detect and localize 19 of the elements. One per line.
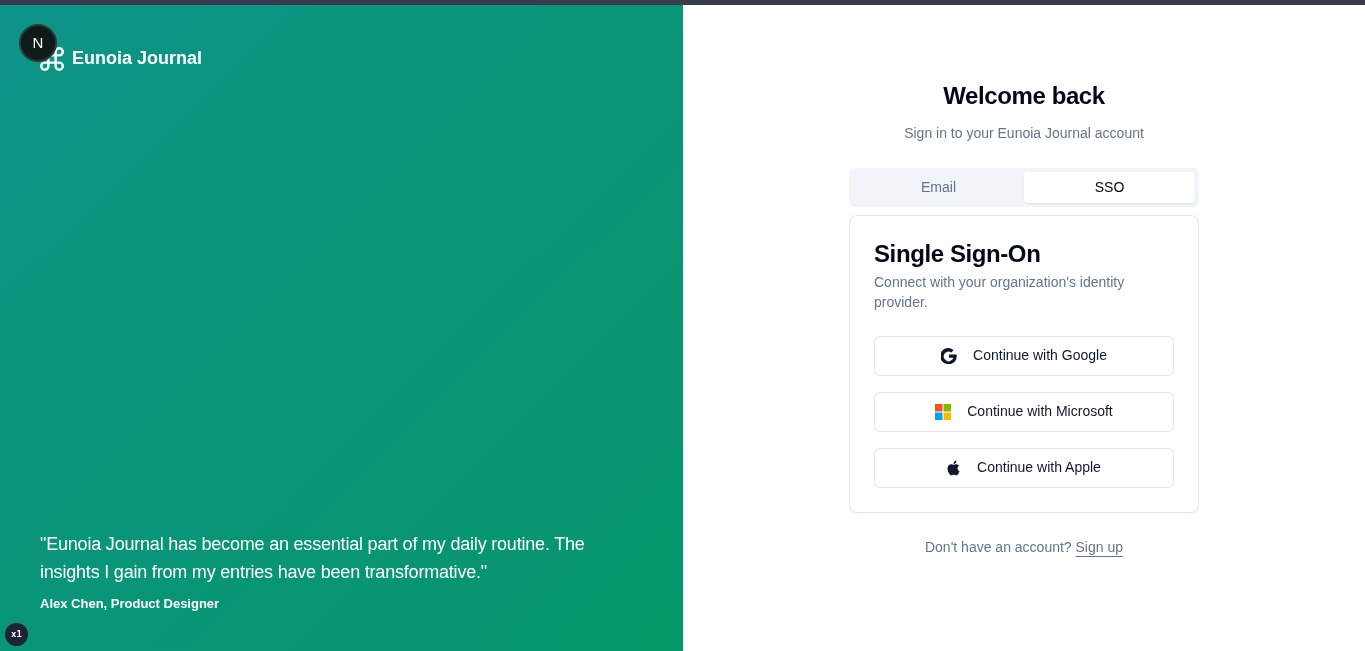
dev-tools-button[interactable]: N (19, 24, 57, 62)
sso-provider-button[interactable]: Continue with Apple (874, 447, 1174, 488)
signup-link[interactable]: Sign up (1075, 538, 1123, 555)
signup-prompt: Don't have an account? Sign up (923, 537, 1124, 557)
sso-provider-button[interactable]: Continue with Google (874, 335, 1174, 376)
page-subheading: Sign in to your Eunoia Journal account (903, 123, 1145, 143)
tab[interactable]: Email (853, 171, 1024, 203)
apple-icon (947, 459, 962, 476)
tab[interactable]: SSO (1024, 171, 1195, 203)
sso-provider-button[interactable]: Continue with Microsoft (874, 391, 1174, 432)
zoom-level-badge[interactable]: x1 (5, 623, 28, 646)
page-heading: Welcome back (942, 82, 1106, 111)
testimonial-author: Alex Chen, Product Designer (40, 594, 221, 613)
g-logo-icon (941, 347, 958, 364)
card-title: Single Sign-On (874, 239, 1042, 268)
brand-name: Eunoia Journal (72, 47, 203, 70)
four-squares-icon (935, 403, 952, 420)
card-description: Connect with your organization's identity provider. (874, 272, 1126, 312)
testimonial-quote: "Eunoia Journal has become an essential part of my daily routine. The insights I gain from my entries have been transformative." (40, 532, 586, 584)
